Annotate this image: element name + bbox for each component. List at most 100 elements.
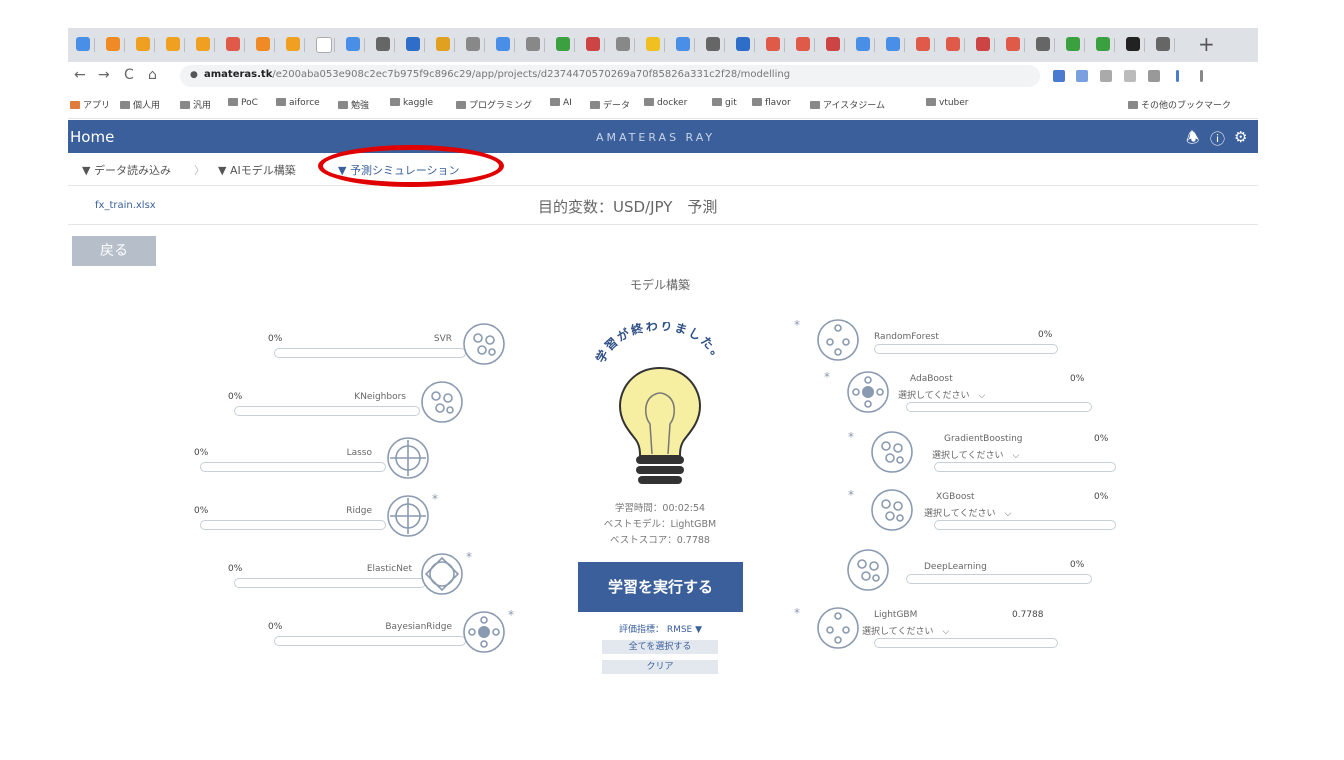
browser-tab-favicon-icon[interactable] (1006, 37, 1020, 51)
bookmark-folder[interactable]: vtuber (926, 98, 969, 108)
browser-tab-favicon-icon[interactable] (166, 37, 180, 51)
hub-model-icon[interactable] (846, 370, 890, 414)
select-all-button[interactable]: 全てを選択する (602, 640, 718, 654)
browser-tab-favicon-icon[interactable] (736, 37, 750, 51)
browser-tab-favicon-icon[interactable] (496, 37, 510, 51)
browser-tab-favicon-icon[interactable] (946, 37, 960, 51)
bookmark-folder[interactable]: aiforce (276, 98, 320, 108)
browser-tab-favicon-icon[interactable] (646, 37, 660, 51)
tree-model-icon[interactable] (816, 318, 860, 362)
extension-icon[interactable] (1124, 70, 1136, 82)
browser-tab-favicon-icon[interactable] (796, 37, 810, 51)
gear-icon[interactable]: ⚙ (1234, 128, 1247, 146)
browser-tab-favicon-icon[interactable] (196, 37, 210, 51)
browser-tab-favicon-icon[interactable] (766, 37, 780, 51)
browser-tab-favicon-icon[interactable] (616, 37, 630, 51)
browser-tab-favicon-icon[interactable] (976, 37, 990, 51)
dots-model-icon[interactable] (846, 548, 890, 592)
bookmark-folder[interactable]: docker (644, 98, 687, 108)
bell-icon[interactable]: 🕭 (1186, 128, 1199, 153)
browser-tab-favicon-icon[interactable] (1066, 37, 1080, 51)
tree-model-icon[interactable] (816, 606, 860, 650)
tab-separator (514, 38, 515, 52)
model-name: GradientBoosting (944, 434, 1023, 444)
reload-icon[interactable]: C (124, 67, 134, 83)
model-percent: 0% (1070, 374, 1085, 384)
browser-tab-favicon-icon[interactable] (586, 37, 600, 51)
model-option-select[interactable]: 選択してください ⌵ (862, 624, 949, 637)
browser-tab-favicon-icon[interactable] (916, 37, 930, 51)
tab-separator (334, 38, 335, 52)
browser-tab-favicon-icon[interactable] (1156, 37, 1170, 51)
crumb-model-build[interactable]: ▼ AIモデル構築 (218, 162, 296, 178)
browser-tab-favicon-icon[interactable] (316, 37, 332, 53)
bookmark-folder[interactable]: flavor (752, 98, 791, 108)
bookmark-folder[interactable]: AI (550, 98, 572, 108)
browser-tab-favicon-icon[interactable] (346, 37, 360, 51)
browser-tab-favicon-icon[interactable] (76, 37, 90, 51)
extension-icon[interactable] (1100, 70, 1112, 82)
dots-model-icon[interactable] (870, 430, 914, 474)
browser-tab-favicon-icon[interactable] (886, 37, 900, 51)
forward-arrow-icon[interactable]: → (98, 67, 110, 83)
tab-separator (574, 38, 575, 52)
bookmark-folder[interactable]: プログラミング (456, 98, 532, 111)
browser-tab-favicon-icon[interactable] (436, 37, 450, 51)
browser-tab-favicon-icon[interactable] (106, 37, 120, 51)
tab-separator (1024, 38, 1025, 52)
browser-tab-favicon-icon[interactable] (136, 37, 150, 51)
model-option-select[interactable]: 選択してください ⌵ (932, 448, 1019, 461)
metric-select[interactable]: 評価指標： RMSE ▼ (598, 622, 723, 635)
bookmark-folder[interactable]: PoC (228, 98, 258, 108)
browser-tab-favicon-icon[interactable] (856, 37, 870, 51)
bookmark-folder[interactable]: git (712, 98, 737, 108)
browser-tab-favicon-icon[interactable] (556, 37, 570, 51)
clear-button[interactable]: クリア (602, 660, 718, 674)
other-bookmarks[interactable]: その他のブックマーク (1128, 98, 1231, 111)
browser-tab-favicon-icon[interactable] (676, 37, 690, 51)
bookmark-folder[interactable]: データ (590, 98, 630, 111)
extension-icon[interactable] (1076, 70, 1088, 82)
browser-tab-favicon-icon[interactable] (1036, 37, 1050, 51)
bookmark-folder[interactable]: 個人用 (120, 98, 160, 111)
extension-icon[interactable] (1148, 70, 1160, 82)
browser-tab-favicon-icon[interactable] (406, 37, 420, 51)
browser-tab-favicon-icon[interactable] (826, 37, 840, 51)
dots-model-icon[interactable] (870, 488, 914, 532)
browser-tab-favicon-icon[interactable] (526, 37, 540, 51)
bookmark-folder[interactable]: アイスタジーム (810, 98, 885, 111)
bookmark-folder[interactable]: 勉強 (338, 98, 369, 111)
tab-separator (544, 38, 545, 52)
browser-tab-favicon-icon[interactable] (1126, 37, 1140, 51)
new-tab-button[interactable]: + (1198, 32, 1215, 56)
file-name[interactable]: fx_train.xlsx (95, 200, 156, 211)
browser-tab-favicon-icon[interactable] (1096, 37, 1110, 51)
browser-tab-favicon-icon[interactable] (706, 37, 720, 51)
home-link[interactable]: Home (70, 128, 114, 146)
model-option-select[interactable]: 選択してください ⌵ (898, 388, 985, 401)
url-field[interactable]: ● amateras.tk/e200aba053e908c2ec7b975f9c… (180, 65, 1040, 87)
back-arrow-icon[interactable]: ← (74, 67, 86, 83)
menu-dots-icon[interactable] (1200, 70, 1203, 82)
profile-icon[interactable] (1176, 70, 1179, 82)
help-icon[interactable]: ⓘ (1210, 128, 1225, 149)
browser-tab-favicon-icon[interactable] (226, 37, 240, 51)
browser-tab-favicon-icon[interactable] (286, 37, 300, 51)
browser-tab-favicon-icon[interactable] (256, 37, 270, 51)
bookmark-folder[interactable]: kaggle (390, 98, 433, 108)
crumb-data-load[interactable]: ▼ データ読み込み (82, 162, 171, 178)
model-option-select[interactable]: 選択してください ⌵ (924, 506, 1011, 519)
run-training-button[interactable]: 学習を実行する (578, 562, 743, 612)
browser-tab-favicon-icon[interactable] (376, 37, 390, 51)
bookmark-folder[interactable]: 汎用 (180, 98, 211, 111)
home-icon[interactable]: ⌂ (148, 67, 157, 83)
model-name: DeepLearning (924, 562, 987, 572)
model-name: RandomForest (874, 332, 939, 342)
model-progress-bar (874, 344, 1058, 354)
apps-grid-icon[interactable]: アプリ (70, 98, 110, 111)
bookmark-label: kaggle (403, 98, 434, 108)
back-button[interactable]: 戻る (72, 236, 156, 266)
extension-icon[interactable] (1053, 70, 1065, 82)
tab-separator (394, 38, 395, 52)
browser-tab-favicon-icon[interactable] (466, 37, 480, 51)
